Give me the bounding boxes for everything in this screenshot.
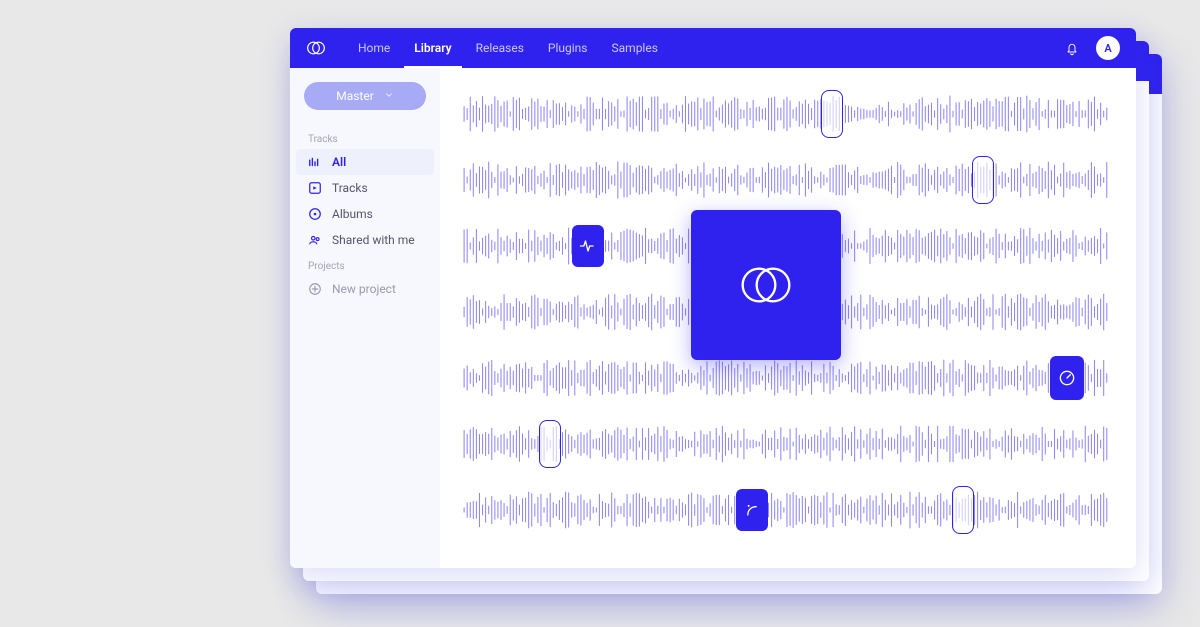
effect-chip[interactable] — [736, 489, 768, 531]
plus-circle-icon — [308, 282, 322, 296]
master-button[interactable]: Master — [304, 82, 426, 110]
waveform-row[interactable] — [460, 424, 1116, 464]
main-canvas — [440, 68, 1136, 568]
track-handle[interactable] — [539, 420, 561, 468]
nav-plugins[interactable]: Plugins — [538, 28, 598, 68]
sidebar-section-tracks: Tracks — [290, 126, 440, 149]
waveform-row[interactable] — [460, 94, 1116, 134]
track-handle[interactable] — [821, 90, 843, 138]
nav-library[interactable]: Library — [404, 28, 461, 68]
album-icon — [308, 207, 322, 221]
app-window: Home Library Releases Plugins Samples A … — [290, 28, 1136, 568]
sidebar-section-projects: Projects — [290, 253, 440, 276]
sidebar-item-label: Tracks — [332, 181, 368, 195]
nav-samples[interactable]: Samples — [602, 28, 668, 68]
nav-home[interactable]: Home — [348, 28, 400, 68]
sidebar-item-label: Shared with me — [332, 233, 415, 247]
logo-icon — [306, 38, 326, 58]
header-bar: Home Library Releases Plugins Samples A — [290, 28, 1136, 68]
avatar[interactable]: A — [1096, 36, 1120, 60]
chevron-down-icon — [384, 89, 394, 103]
waveform-row[interactable] — [460, 160, 1116, 200]
effect-chip[interactable] — [572, 225, 604, 267]
waveform-row[interactable] — [460, 358, 1116, 398]
top-nav: Home Library Releases Plugins Samples — [348, 28, 668, 68]
bars-icon — [308, 155, 322, 169]
sidebar-item-label: All — [332, 155, 346, 169]
track-icon — [308, 181, 322, 195]
sidebar-item-tracks[interactable]: Tracks — [290, 175, 440, 201]
center-logo-tile[interactable] — [691, 210, 841, 360]
sidebar: Master Tracks All Tracks — [290, 68, 440, 568]
people-icon — [308, 233, 322, 247]
track-handle[interactable] — [952, 486, 974, 534]
sidebar-item-label: Albums — [332, 207, 373, 221]
sidebar-item-shared[interactable]: Shared with me — [290, 227, 440, 253]
sidebar-item-label: New project — [332, 282, 396, 296]
nav-releases[interactable]: Releases — [466, 28, 534, 68]
track-handle[interactable] — [972, 156, 994, 204]
sidebar-item-all[interactable]: All — [296, 149, 434, 175]
master-button-label: Master — [336, 89, 374, 103]
sidebar-item-albums[interactable]: Albums — [290, 201, 440, 227]
notifications-icon[interactable] — [1064, 40, 1080, 56]
sidebar-item-new-project[interactable]: New project — [290, 276, 440, 302]
waveform-row[interactable] — [460, 490, 1116, 530]
effect-chip[interactable] — [1050, 356, 1084, 400]
